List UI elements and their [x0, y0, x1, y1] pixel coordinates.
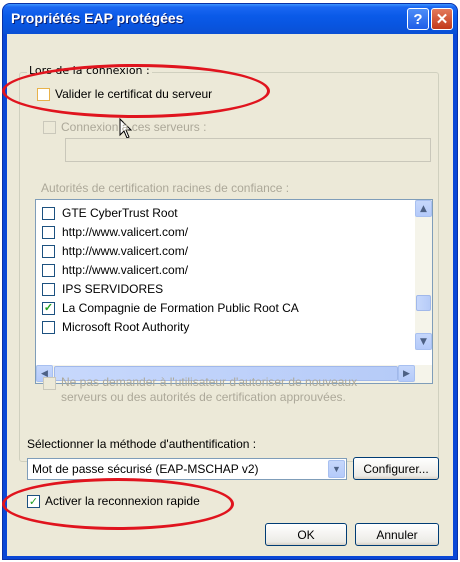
- configure-button[interactable]: Configurer...: [353, 457, 439, 480]
- chevron-up-icon: ▲: [420, 203, 427, 214]
- scroll-down-button[interactable]: ▼: [415, 333, 432, 350]
- list-item-label: http://www.valicert.com/: [62, 225, 189, 239]
- close-x-icon: ✕: [435, 11, 449, 28]
- list-item[interactable]: Microsoft Root Authority: [42, 318, 189, 336]
- configure-button-label: Configurer...: [363, 461, 429, 476]
- connection-group-label: Lors de la connexion :: [27, 64, 152, 77]
- fast-reconnect-label[interactable]: Activer la reconnexion rapide: [45, 494, 200, 508]
- list-item-label: GTE CyberTrust Root: [62, 206, 178, 220]
- close-button[interactable]: ✕: [431, 8, 453, 30]
- checkmark-icon: ✓: [43, 301, 54, 314]
- cancel-button[interactable]: Annuler: [355, 523, 439, 546]
- list-item-checkbox[interactable]: [42, 244, 55, 258]
- validate-cert-checkbox[interactable]: [37, 88, 50, 101]
- connect-servers-label: Connexion à ces serveurs :: [61, 120, 207, 134]
- list-item[interactable]: GTE CyberTrust Root: [42, 204, 178, 222]
- auth-method-value: Mot de passe sécurisé (EAP-MSCHAP v2): [32, 462, 259, 476]
- no-prompt-label-line2: serveurs ou des autorités de certificati…: [61, 390, 346, 404]
- list-item-label: http://www.valicert.com/: [62, 263, 189, 277]
- fast-reconnect-checkbox[interactable]: ✓: [27, 495, 40, 508]
- help-button[interactable]: ?: [407, 8, 429, 30]
- root-authorities-label: Autorités de certification racines de co…: [41, 181, 290, 195]
- auth-method-select[interactable]: Mot de passe sécurisé (EAP-MSCHAP v2) ▼: [27, 458, 347, 480]
- servers-input: [65, 138, 431, 162]
- validate-cert-label[interactable]: Valider le certificat du serveur: [55, 87, 212, 101]
- list-item-label: La Compagnie de Formation Public Root CA: [62, 301, 299, 315]
- root-authorities-listbox[interactable]: GTE CyberTrust Root http://www.valicert.…: [35, 199, 433, 384]
- list-item-checkbox[interactable]: [42, 206, 55, 220]
- vertical-scroll-thumb[interactable]: [416, 295, 431, 311]
- no-prompt-label-line1: Ne pas demander à l'utilisateur d'autori…: [61, 375, 358, 389]
- list-item-checkbox[interactable]: [42, 263, 55, 277]
- list-item-checkbox[interactable]: [42, 282, 55, 296]
- list-item-checkbox-checked[interactable]: ✓: [42, 301, 55, 315]
- checkmark-icon: ✓: [28, 495, 39, 508]
- vertical-scrollbar[interactable]: ▲ ▼: [415, 200, 432, 350]
- chevron-down-icon: ▼: [420, 336, 427, 347]
- dialog-window: Propriétés EAP protégées ? ✕ Lors de la …: [2, 3, 458, 560]
- list-item[interactable]: IPS SERVIDORES: [42, 280, 163, 298]
- title-bar[interactable]: Propriétés EAP protégées ? ✕: [3, 4, 457, 34]
- dialog-body: Lors de la connexion : Valider le certif…: [7, 34, 453, 556]
- auth-method-label: Sélectionner la méthode d'authentificati…: [27, 437, 257, 451]
- question-mark-icon: ?: [413, 10, 423, 28]
- scroll-up-button[interactable]: ▲: [415, 200, 432, 217]
- chevron-down-icon: ▼: [332, 464, 341, 474]
- list-item[interactable]: http://www.valicert.com/: [42, 242, 188, 260]
- chevron-right-icon: ▶: [403, 368, 410, 379]
- dropdown-button[interactable]: ▼: [328, 460, 345, 478]
- list-item-checkbox[interactable]: [42, 320, 55, 334]
- list-item[interactable]: http://www.valicert.com/: [42, 261, 188, 279]
- list-item-checkbox[interactable]: [42, 225, 55, 239]
- list-item-label: IPS SERVIDORES: [62, 282, 164, 296]
- no-prompt-checkbox: [43, 377, 56, 390]
- window-title: Propriétés EAP protégées: [11, 10, 184, 26]
- cancel-button-label: Annuler: [376, 527, 418, 542]
- list-item[interactable]: ✓ La Compagnie de Formation Public Root …: [42, 299, 299, 317]
- list-item-label: http://www.valicert.com/: [62, 244, 189, 258]
- ok-button[interactable]: OK: [265, 523, 347, 546]
- ok-button-label: OK: [297, 527, 315, 542]
- scroll-right-button[interactable]: ▶: [398, 365, 415, 382]
- list-item-label: Microsoft Root Authority: [62, 320, 190, 334]
- list-item[interactable]: http://www.valicert.com/: [42, 223, 188, 241]
- connect-servers-checkbox: [43, 121, 56, 134]
